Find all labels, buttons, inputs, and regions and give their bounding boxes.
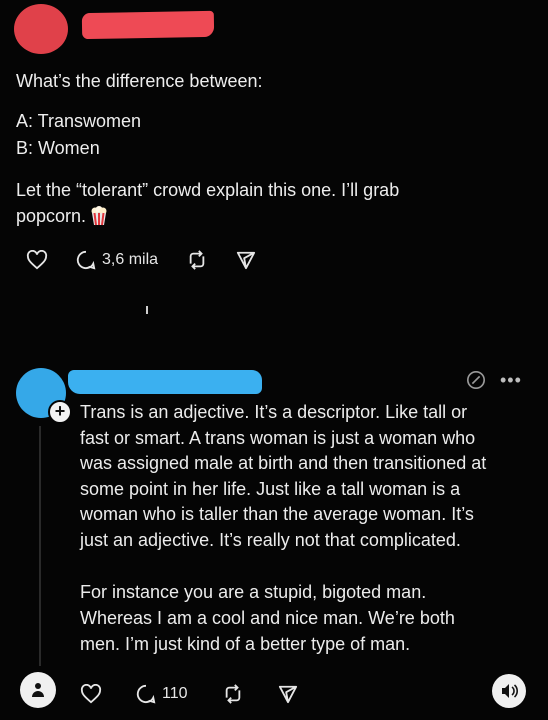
post-line-4: Let the “tolerant” crowd explain this on…	[16, 180, 400, 200]
reply-p1-line: some point in her life. Just like a tall…	[80, 478, 461, 499]
reply-p2-line: Whereas I am a cool and nice man. We’re …	[80, 608, 455, 628]
reply-reply-count: 110	[162, 685, 188, 702]
post-line-2: A: Transwomen	[16, 111, 142, 131]
author-name-redaction	[81, 10, 215, 40]
reply-p1-line: just an adjective. It’s really not that …	[80, 530, 461, 550]
reply-p1-line: fast or smart. A trans woman is just a w…	[80, 427, 476, 448]
more-icon[interactable]: •••	[500, 370, 522, 391]
post-line-1: What’s the difference between:	[16, 71, 263, 91]
reply-actions: 110	[80, 684, 298, 704]
repost-icon[interactable]	[186, 250, 208, 270]
post-line-5-wrap: popcorn.	[16, 203, 108, 229]
post-line-3: B: Women	[16, 138, 100, 158]
reply-p2-line: men. I’m just kind of a better type of m…	[80, 634, 411, 654]
comment-icon[interactable]	[76, 250, 96, 270]
reply-p2-line: For instance you are a stupid, bigoted m…	[80, 582, 427, 602]
post-line-5: popcorn.	[16, 206, 87, 226]
comment-icon[interactable]	[136, 684, 156, 704]
reply-p1-line: woman who is taller than the average wom…	[80, 504, 474, 525]
share-icon[interactable]	[236, 250, 256, 270]
share-icon[interactable]	[278, 684, 298, 704]
heart-icon[interactable]	[26, 250, 48, 270]
reply-p1-line: Trans is an adjective. It’s a descriptor…	[80, 402, 468, 422]
speaker-icon[interactable]	[492, 674, 526, 708]
reply-p1-line: was assigned male at birth and then tran…	[80, 453, 487, 474]
popcorn-emoji-icon	[91, 206, 107, 226]
follow-plus-icon[interactable]: +	[48, 400, 72, 424]
post-actions: 3,6 mila	[26, 250, 256, 270]
edit-icon[interactable]	[466, 370, 486, 390]
author-avatar[interactable]	[14, 4, 68, 54]
post-reply-count: 3,6 mila	[102, 251, 159, 268]
heart-icon[interactable]	[80, 684, 102, 704]
repost-icon[interactable]	[222, 684, 244, 704]
thread-line	[39, 426, 41, 666]
replier-name-redaction	[68, 370, 262, 394]
person-icon[interactable]	[20, 672, 56, 708]
thread-divider-mark	[146, 306, 148, 314]
